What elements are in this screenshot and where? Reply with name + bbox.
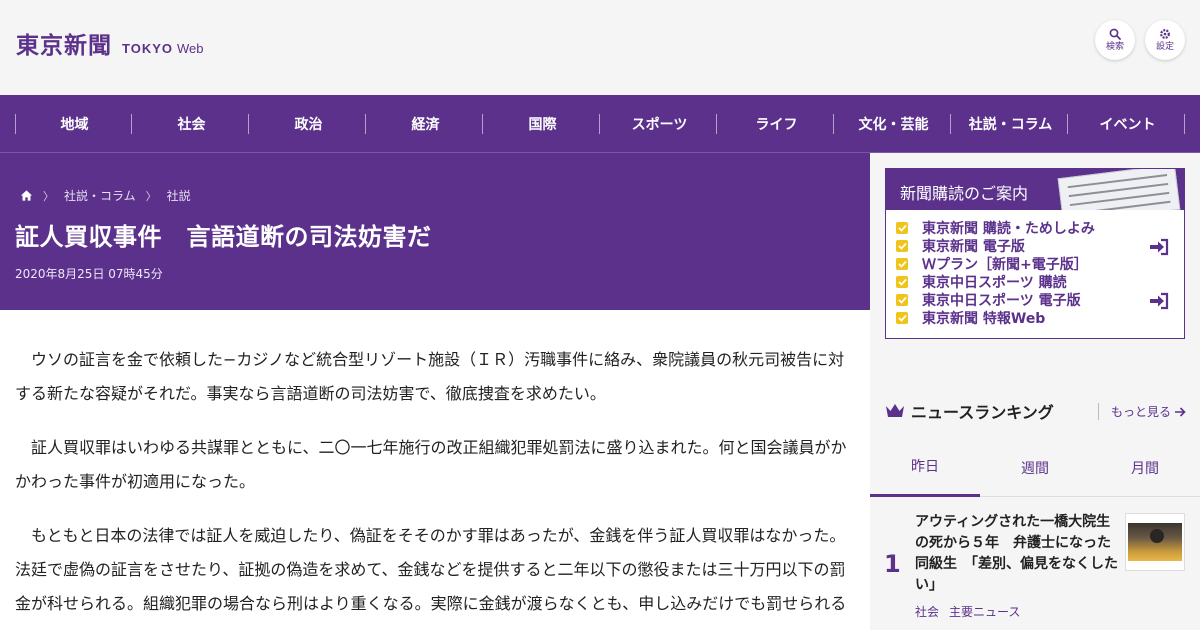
breadcrumb-separator: 〉 — [145, 189, 157, 203]
nav-divider — [833, 114, 834, 134]
search-icon — [1109, 28, 1121, 40]
subscription-link[interactable]: Ｗプラン［新聞+電子版］ — [896, 255, 1184, 273]
login-arrow-icon[interactable] — [1149, 238, 1169, 256]
logo-kanji: 東京新聞 — [16, 32, 112, 59]
subscription-link-label: 東京新聞 電子版 — [922, 239, 1025, 255]
subscription-link-label: 東京新聞 購読・ためしよみ — [922, 221, 1095, 237]
subscription-link[interactable]: 東京中日スポーツ 購読 — [896, 273, 1184, 291]
tab-weekly[interactable]: 週間 — [980, 438, 1090, 497]
ranking-title: ニュースランキング — [911, 403, 1054, 422]
article-title: 証人買収事件 言語道断の司法妨害だ — [15, 223, 432, 251]
nav-divider — [482, 114, 483, 134]
subscription-list: 東京新聞 購読・ためしよみ 東京新聞 電子版 Ｗプラン［新聞+電子版］ 東京中日… — [886, 210, 1184, 327]
arrow-right-icon — [1175, 406, 1186, 417]
article-body: ウソの証言を金で依頼した−カジノなど統合型リゾート施設（ＩＲ）汚職事件に絡み、衆… — [15, 343, 855, 630]
nav-item-editorial[interactable]: 社説・コラム — [952, 95, 1069, 153]
nav-divider — [131, 114, 132, 134]
nav-divider — [248, 114, 249, 134]
site-header: 東京新聞 TOKYO Web 検索 設定 — [0, 0, 1200, 95]
subscription-link[interactable]: 東京新聞 購読・ためしよみ — [896, 219, 1184, 237]
nav-item-event[interactable]: イベント — [1069, 95, 1186, 153]
main-nav: 地域 社会 政治 経済 国際 スポーツ ライフ 文化・芸能 社説・コラム イベン… — [0, 95, 1200, 153]
subscription-link[interactable]: 東京中日スポーツ 電子版 — [896, 291, 1184, 309]
nav-item-life[interactable]: ライフ — [718, 95, 835, 153]
ranking-tabs: 昨日 週間 月間 — [870, 438, 1200, 497]
nav-divider — [365, 114, 366, 134]
ranking-more-label: もっと見る — [1111, 405, 1172, 419]
subscription-link-label: 東京中日スポーツ 購読 — [922, 275, 1067, 291]
check-icon — [896, 258, 908, 270]
tab-yesterday[interactable]: 昨日 — [870, 438, 980, 497]
login-arrow-icon[interactable] — [1149, 292, 1169, 310]
subscription-link[interactable]: 東京新聞 特報Web — [896, 309, 1184, 327]
breadcrumb-editorial[interactable]: 社説 — [167, 187, 191, 204]
sidebar: 新聞購読のご案内 東京新聞 購読・ためしよみ 東京新聞 電子版 Ｗプラン［新聞+… — [870, 153, 1200, 630]
ranking-thumbnail[interactable] — [1125, 513, 1185, 571]
subscription-link-label: Ｗプラン［新聞+電子版］ — [922, 257, 1088, 273]
tab-monthly[interactable]: 月間 — [1090, 438, 1200, 497]
breadcrumb: 〉 社説・コラム 〉 社説 — [20, 187, 191, 204]
subscription-box: 新聞購読のご案内 東京新聞 購読・ためしよみ 東京新聞 電子版 Ｗプラン［新聞+… — [885, 168, 1185, 339]
ranking-thumbnail-image — [1128, 523, 1182, 561]
ranking-header: ニュースランキング — [885, 399, 1054, 423]
subscription-link-label: 東京新聞 特報Web — [922, 311, 1046, 327]
breadcrumb-editorial-column[interactable]: 社説・コラム — [64, 187, 136, 204]
ranking-headline: アウティングされた一橋大院生の死から５年 弁護士になった同級生 「差別、偏見をな… — [915, 514, 1118, 593]
nav-item-culture[interactable]: 文化・芸能 — [835, 95, 952, 153]
ranking-more-link[interactable]: もっと見る — [1098, 403, 1186, 420]
search-button-label: 検索 — [1105, 42, 1124, 52]
nav-divider — [1184, 114, 1185, 134]
check-icon — [896, 222, 908, 234]
subscription-header: 新聞購読のご案内 — [886, 169, 1184, 210]
subscription-link-label: 東京中日スポーツ 電子版 — [922, 293, 1081, 309]
check-icon — [896, 276, 908, 288]
nav-divider — [716, 114, 717, 134]
logo-tokyo: TOKYO — [122, 41, 173, 56]
article-paragraph: もともと日本の法律では証人を威迫したり、偽証をそそのかす罪はあったが、金銭を伴う… — [15, 526, 847, 613]
ranking-tag[interactable]: 社会 — [915, 603, 939, 620]
breadcrumb-separator: 〉 — [43, 189, 54, 203]
article-paragraph: ウソの証言を金で依頼した−カジノなど統合型リゾート施設（ＩＲ）汚職事件に絡み、衆… — [15, 350, 845, 403]
subscription-title: 新聞購読のご案内 — [900, 184, 1029, 203]
nav-divider — [950, 114, 951, 134]
check-icon — [896, 312, 908, 324]
home-icon[interactable] — [20, 189, 33, 202]
nav-divider — [599, 114, 600, 134]
check-icon — [896, 294, 908, 306]
ranking-number: 1 — [884, 550, 901, 578]
nav-item-sports[interactable]: スポーツ — [601, 95, 718, 153]
settings-button[interactable]: 設定 — [1145, 20, 1185, 60]
settings-button-label: 設定 — [1155, 42, 1174, 52]
site-logo[interactable]: 東京新聞 TOKYO Web — [16, 26, 204, 60]
nav-item-society[interactable]: 社会 — [133, 95, 250, 153]
ranking-item[interactable]: 1 アウティングされた一橋大院生の死から５年 弁護士になった同級生 「差別、偏見… — [870, 497, 1200, 630]
article-date: 2020年8月25日 07時45分 — [15, 267, 163, 281]
nav-item-region[interactable]: 地域 — [16, 95, 133, 153]
article-paragraph: 証人買収罪はいわゆる共謀罪とともに、二〇一七年施行の改正組織犯罪処罰法に盛り込ま… — [15, 438, 847, 491]
subscription-link[interactable]: 東京新聞 電子版 — [896, 237, 1184, 255]
newspaper-illustration — [1057, 169, 1181, 210]
article-header: 〉 社説・コラム 〉 社説 証人買収事件 言語道断の司法妨害だ 2020年8月2… — [0, 153, 870, 310]
ranking-tags: 社会 主要ニュース — [915, 603, 1020, 620]
gear-icon — [1160, 29, 1170, 39]
nav-divider — [1067, 114, 1068, 134]
nav-item-international[interactable]: 国際 — [484, 95, 601, 153]
ranking-tag[interactable]: 主要ニュース — [949, 603, 1020, 620]
check-icon — [896, 240, 908, 252]
nav-item-economy[interactable]: 経済 — [367, 95, 484, 153]
nav-item-politics[interactable]: 政治 — [250, 95, 367, 153]
search-button[interactable]: 検索 — [1095, 20, 1135, 60]
logo-web: Web — [177, 41, 204, 56]
crown-icon — [886, 404, 904, 417]
